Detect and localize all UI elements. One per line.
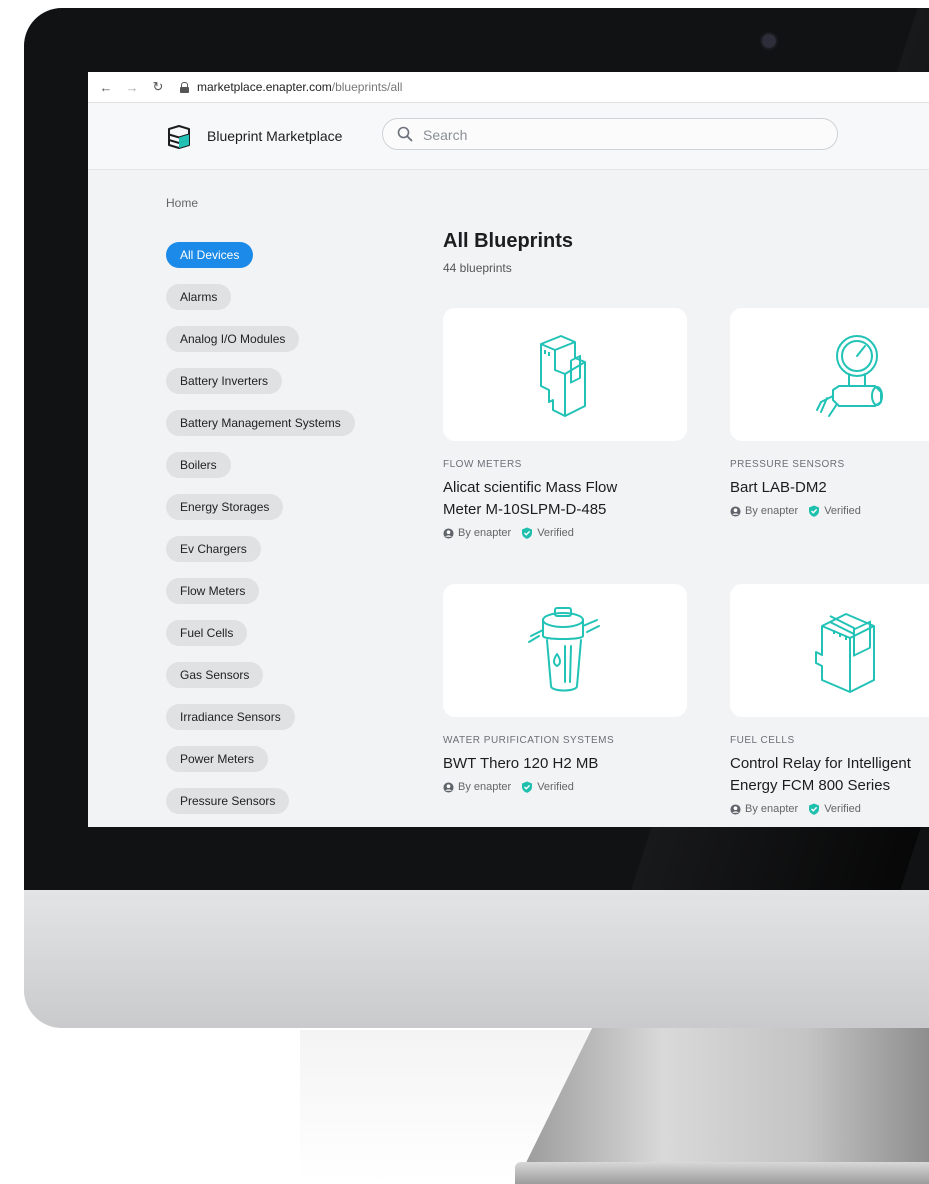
water-filter-icon bbox=[528, 606, 600, 691]
user-icon bbox=[730, 505, 741, 517]
url-path: /blueprints/all bbox=[331, 80, 403, 94]
site-header: Blueprint Marketplace bbox=[88, 103, 929, 170]
blueprint-count: 44 blueprints bbox=[443, 261, 512, 275]
card-title-line-1: Bart LAB-DM2 bbox=[730, 479, 827, 496]
card-author[interactable]: By enapter bbox=[458, 781, 511, 793]
card-title-line-2: Energy FCM 800 Series bbox=[730, 777, 891, 794]
card-category: WATER PURIFICATION SYSTEMS bbox=[443, 735, 615, 746]
blueprint-card-image[interactable] bbox=[730, 584, 929, 717]
blueprint-card[interactable]: FUEL CELLS Control Relay for Intelligent… bbox=[730, 584, 929, 815]
category-battery-inverters[interactable]: Battery Inverters bbox=[166, 368, 283, 394]
card-author[interactable]: By enapter bbox=[745, 803, 798, 815]
card-title[interactable]: Alicat scientific Mass Flow Meter M-10SLP… bbox=[443, 477, 687, 521]
category-energy-storages[interactable]: Energy Storages bbox=[166, 494, 284, 520]
blueprint-list: All Blueprints 44 blueprints bbox=[443, 230, 929, 275]
card-category: FUEL CELLS bbox=[730, 735, 795, 746]
blueprint-card-image[interactable] bbox=[443, 584, 687, 717]
pressure-gauge-icon bbox=[816, 334, 883, 417]
card-title-line-2: Meter M-10SLPM-D-485 bbox=[443, 501, 607, 518]
card-title[interactable]: Control Relay for Intelligent Energy FCM … bbox=[730, 753, 929, 797]
category-analog-io-modules[interactable]: Analog I/O Modules bbox=[166, 326, 300, 352]
category-power-meters[interactable]: Power Meters bbox=[166, 746, 269, 772]
url-field[interactable]: marketplace.enapter.com/blueprints/all bbox=[197, 80, 402, 94]
monitor: ← → ↻ marketplace.enapter.com/blueprints… bbox=[24, 8, 929, 1028]
monitor-stand-base bbox=[515, 1162, 929, 1184]
user-icon bbox=[443, 527, 454, 539]
verified-badge: Verified bbox=[824, 803, 861, 815]
category-fuel-cells[interactable]: Fuel Cells bbox=[166, 620, 248, 646]
verified-badge: Verified bbox=[537, 527, 574, 539]
category-all-devices[interactable]: All Devices bbox=[166, 242, 254, 268]
search-icon bbox=[397, 126, 413, 142]
category-sidebar: All Devices Alarms Analog I/O Modules Ba… bbox=[166, 242, 406, 827]
card-title-line-1: Control Relay for Intelligent bbox=[730, 755, 911, 772]
blueprint-card-image[interactable] bbox=[443, 308, 687, 441]
breadcrumb[interactable]: Home bbox=[166, 196, 198, 210]
lock-icon bbox=[180, 81, 189, 93]
blueprint-card[interactable]: FLOW METERS Alicat scientific Mass Flow M… bbox=[443, 308, 687, 539]
user-icon bbox=[443, 781, 454, 793]
monitor-chin bbox=[24, 890, 929, 1028]
blueprint-card[interactable]: WATER PURIFICATION SYSTEMS BWT Thero 120… bbox=[443, 584, 687, 793]
category-battery-management-systems[interactable]: Battery Management Systems bbox=[166, 410, 355, 436]
card-title[interactable]: BWT Thero 120 H2 MB bbox=[443, 753, 687, 775]
card-author[interactable]: By enapter bbox=[458, 527, 511, 539]
forward-arrow-icon[interactable]: → bbox=[124, 80, 140, 95]
back-arrow-icon[interactable]: ← bbox=[98, 80, 114, 95]
camera-icon bbox=[762, 34, 776, 48]
card-author[interactable]: By enapter bbox=[745, 505, 798, 517]
screen: ← → ↻ marketplace.enapter.com/blueprints… bbox=[88, 72, 929, 827]
card-title[interactable]: Bart LAB-DM2 bbox=[730, 477, 929, 499]
category-gas-sensors[interactable]: Gas Sensors bbox=[166, 662, 264, 688]
verified-badge: Verified bbox=[824, 505, 861, 517]
verified-shield-icon bbox=[809, 803, 820, 815]
page-title: All Blueprints bbox=[443, 230, 574, 252]
relay-module-icon bbox=[815, 612, 875, 693]
card-category: FLOW METERS bbox=[443, 459, 522, 470]
reload-icon[interactable]: ↻ bbox=[150, 79, 166, 95]
blueprint-card-image[interactable] bbox=[730, 308, 929, 441]
enapter-logo-icon[interactable] bbox=[166, 125, 192, 154]
category-flow-meters[interactable]: Flow Meters bbox=[166, 578, 260, 604]
category-boilers[interactable]: Boilers bbox=[166, 452, 231, 478]
category-ev-chargers[interactable]: Ev Chargers bbox=[166, 536, 261, 562]
card-category: PRESSURE SENSORS bbox=[730, 459, 845, 470]
brand-name[interactable]: Blueprint Marketplace bbox=[207, 128, 342, 144]
card-title-line-1: Alicat scientific Mass Flow bbox=[443, 479, 618, 496]
user-icon bbox=[730, 803, 741, 815]
verified-shield-icon bbox=[809, 505, 820, 517]
category-irradiance-sensors[interactable]: Irradiance Sensors bbox=[166, 704, 295, 730]
category-pressure-sensors[interactable]: Pressure Sensors bbox=[166, 788, 290, 814]
card-meta: By enapter Verified bbox=[443, 781, 687, 793]
search-box[interactable] bbox=[382, 118, 838, 150]
category-alarms[interactable]: Alarms bbox=[166, 284, 232, 310]
browser-address-bar: ← → ↻ marketplace.enapter.com/blueprints… bbox=[88, 72, 929, 103]
blueprint-card[interactable]: PRESSURE SENSORS Bart LAB-DM2 By enapter… bbox=[730, 308, 929, 517]
card-title-line-1: BWT Thero 120 H2 MB bbox=[443, 755, 599, 772]
url-host: marketplace.enapter.com bbox=[197, 80, 332, 94]
card-meta: By enapter Verified bbox=[443, 527, 687, 539]
verified-shield-icon bbox=[522, 527, 533, 539]
din-rail-module-icon bbox=[540, 334, 586, 417]
verified-shield-icon bbox=[522, 781, 533, 793]
card-meta: By enapter Verified bbox=[730, 803, 929, 815]
search-input[interactable] bbox=[421, 124, 825, 146]
card-meta: By enapter Verified bbox=[730, 505, 929, 517]
verified-badge: Verified bbox=[537, 781, 574, 793]
